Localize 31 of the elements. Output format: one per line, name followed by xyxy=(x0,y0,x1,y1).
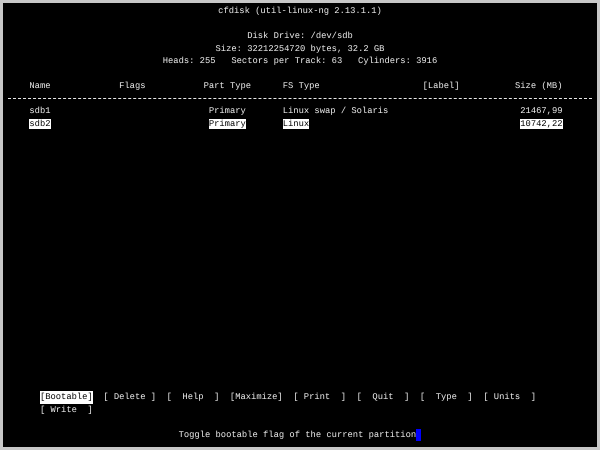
menu-button[interactable]: [ Units ] xyxy=(483,391,536,404)
menu-button[interactable]: [ Help ] xyxy=(166,391,220,404)
column-header: Size (MB) xyxy=(514,81,562,91)
cursor xyxy=(416,428,422,441)
table-cell: Primary xyxy=(208,118,246,128)
status-message: Toggle bootable flag of the current partition xyxy=(178,428,416,441)
table-cell: 21467,99 xyxy=(520,106,562,116)
menu-button[interactable]: [ Write ] xyxy=(40,404,93,416)
window-title: cfdisk (util-linux-ng 2.13.1.1) xyxy=(218,5,382,18)
disk-info: Heads: 255 Sectors per Track: 63 Cylinders: 3916 xyxy=(162,55,438,68)
partition-row[interactable]: sdb2 Primary Linux 10742,22 xyxy=(3,118,597,130)
column-header: Part Type xyxy=(204,81,252,91)
table-cell: 10742,22 xyxy=(520,118,562,128)
disk-info: Disk Drive: /dev/sdb xyxy=(247,30,353,42)
column-header: Name xyxy=(29,81,51,91)
table-cell: sdb2 xyxy=(29,118,51,128)
menu-button[interactable]: [ Delete ] xyxy=(103,391,156,404)
column-header: Flags xyxy=(119,81,146,91)
table-cell: Linux swap / Solaris xyxy=(282,106,388,116)
menu-button[interactable]: [Maximize] xyxy=(230,391,283,404)
menu-button[interactable]: [Bootable] xyxy=(40,391,93,404)
column-header: FS Type xyxy=(282,81,320,91)
partition-row[interactable]: sdb1 Primary Linux swap / Solaris 21467,99 xyxy=(3,105,597,118)
menu-button[interactable]: [ Type ] xyxy=(420,391,473,404)
disk-info: Size: 32212254720 bytes, 32.2 GB xyxy=(216,42,384,55)
column-header: [Label] xyxy=(422,80,460,92)
table-cell: Linux xyxy=(282,118,310,128)
table-cell: Primary xyxy=(208,106,246,116)
table-cell: sdb1 xyxy=(29,106,51,116)
menu-button[interactable]: [ Print ] xyxy=(293,391,346,404)
menu-button[interactable]: [ Quit ] xyxy=(356,391,410,404)
